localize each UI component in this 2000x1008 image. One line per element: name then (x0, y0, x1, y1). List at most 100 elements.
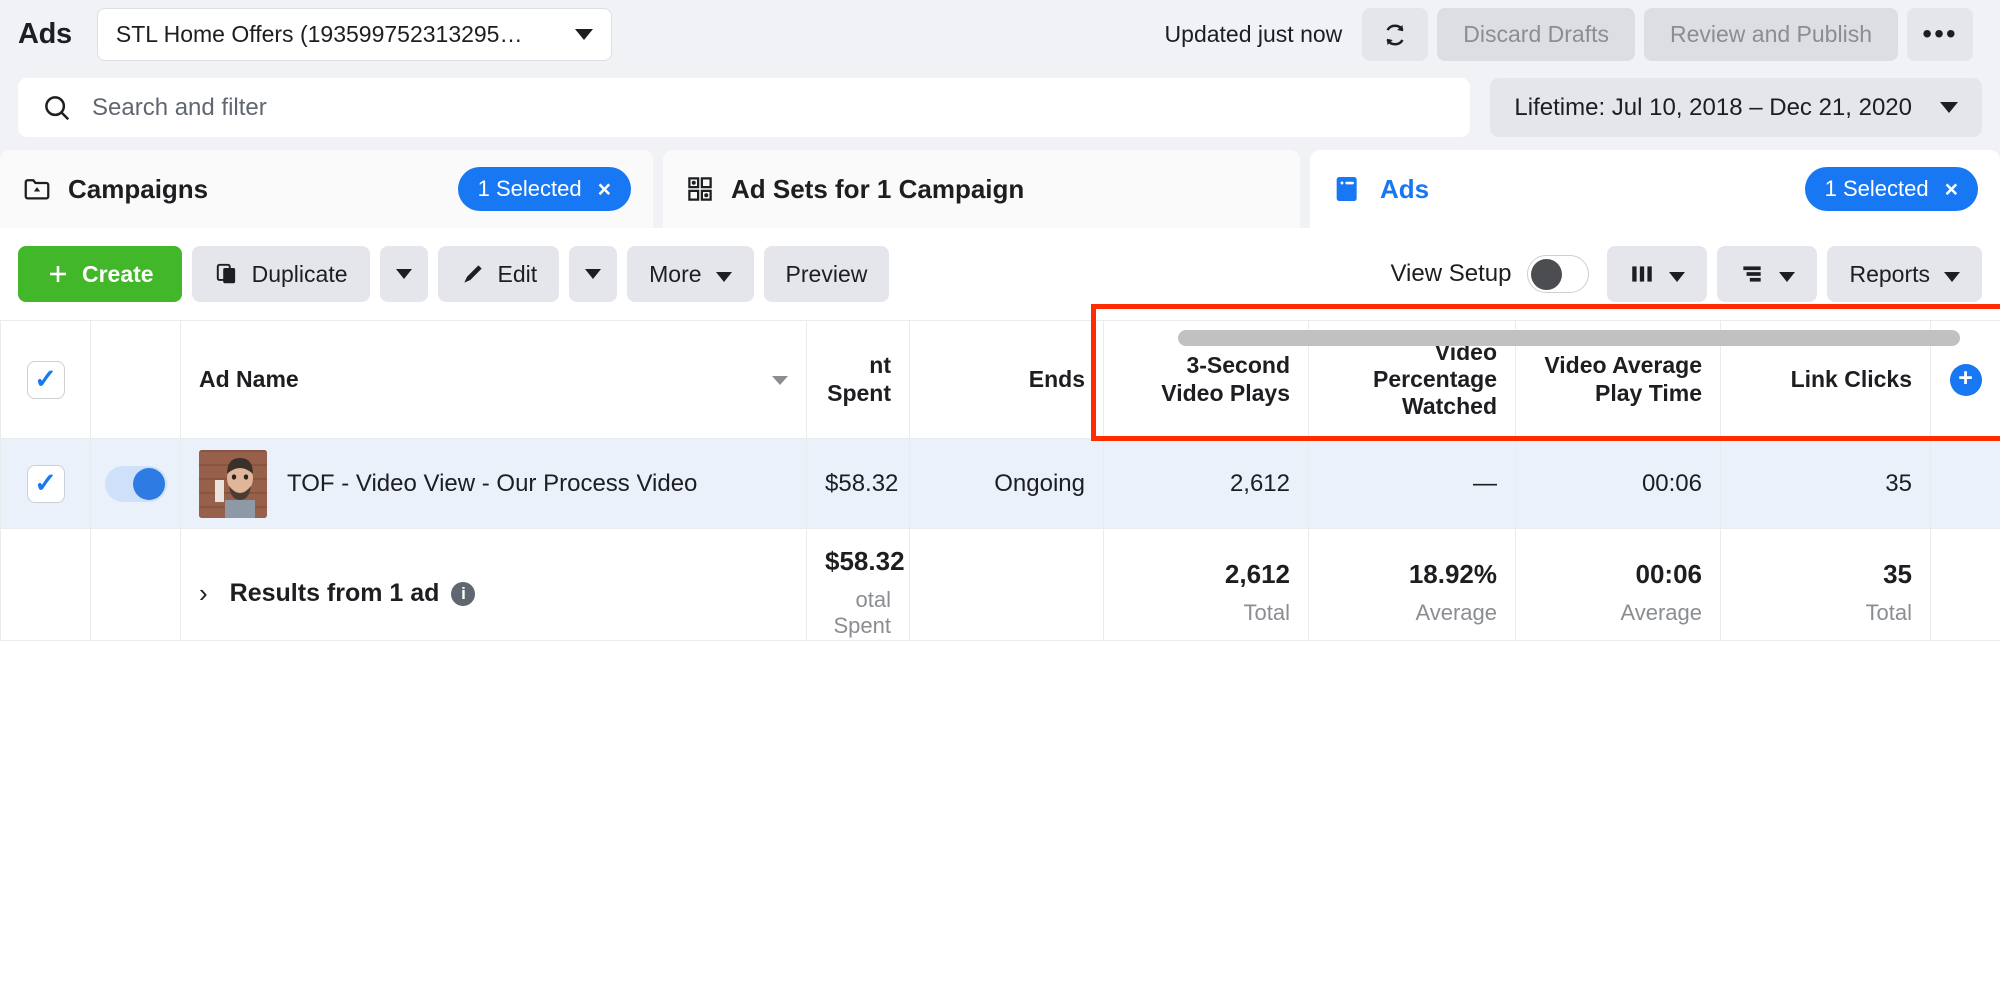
column-header-ends-label: Ends (1028, 365, 1085, 392)
edit-button-label: Edit (497, 260, 538, 287)
refresh-icon (1386, 24, 1404, 45)
breakdown-icon (1739, 261, 1765, 287)
chevron-down-icon (715, 271, 732, 282)
chevron-down-wrap (1779, 261, 1796, 288)
row-video-average-play-time-cell: 00:06 (1515, 438, 1721, 529)
search-input[interactable]: Search and filter (18, 78, 1471, 137)
more-button[interactable]: More (627, 246, 754, 302)
pencil-icon (460, 261, 486, 287)
row-status-cell[interactable] (90, 438, 181, 529)
chevron-down-wrap (1944, 261, 1960, 288)
refresh-button[interactable] (1362, 8, 1429, 61)
column-header-amount-spent-label: nt Spent (827, 352, 891, 406)
row-video-average-play-time-value: 00:06 (1641, 469, 1702, 497)
close-icon[interactable]: × (1945, 176, 1958, 203)
duplicate-button[interactable]: Duplicate (191, 246, 370, 302)
edit-dropdown-button[interactable] (569, 246, 618, 302)
row-ends-cell: Ongoing (909, 438, 1104, 529)
row-amount-spent-cell: $58.32 (806, 438, 910, 529)
tab-campaigns[interactable]: Campaigns 1 Selected × (0, 150, 653, 228)
summary-3-second-video-plays-sub: Total (1243, 600, 1290, 625)
ad-thumbnail[interactable] (199, 449, 267, 518)
ads-manager-screen: Ads STL Home Offers (193599752313295… Up… (0, 0, 2000, 1008)
chevron-down-icon (1779, 271, 1796, 282)
summary-video-percentage-watched-value: 18.92% (1408, 559, 1497, 589)
chevron-down-icon (1940, 102, 1958, 113)
row-checkbox[interactable]: ✓ (26, 464, 65, 503)
chevron-down-wrap (715, 261, 732, 288)
chevron-down-icon (585, 269, 602, 279)
summary-empty-cell-1 (0, 528, 91, 641)
preview-button-label: Preview (785, 260, 868, 287)
columns-button[interactable] (1607, 246, 1708, 302)
info-icon[interactable]: i (451, 581, 476, 606)
toolbar-right-group: View Setup Reports (1390, 246, 1982, 302)
row-3-second-video-plays-value: 2,612 (1229, 469, 1290, 497)
date-range-selector[interactable]: Lifetime: Jul 10, 2018 – Dec 21, 2020 (1490, 78, 1982, 137)
reports-button[interactable]: Reports (1827, 246, 1982, 302)
toggle-knob (1531, 258, 1563, 290)
object-level-tabs: Campaigns 1 Selected × Ad Sets for 1 Cam… (0, 150, 2000, 228)
row-link-clicks-value: 35 (1885, 469, 1912, 497)
create-button-label: Create (82, 260, 154, 287)
adset-grid-icon (688, 177, 712, 201)
chevron-down-icon (1944, 271, 1960, 282)
preview-button[interactable]: Preview (763, 246, 890, 302)
summary-label-cell[interactable]: › Results from 1 ad i (180, 528, 807, 641)
summary-amount-spent-sub: otal Spent (833, 587, 892, 638)
row-3-second-video-plays-cell: 2,612 (1103, 438, 1309, 529)
duplicate-dropdown-button[interactable] (379, 246, 428, 302)
column-header-3-second-video-plays-label: 3-Second Video Plays (1161, 352, 1290, 406)
row-video-percentage-watched-value: — (1473, 469, 1497, 497)
table-row[interactable]: ✓ TOF - Video View - Our Process Video $… (0, 438, 2000, 529)
avatar-image (199, 449, 267, 518)
horizontal-scrollbar-thumb[interactable] (1178, 330, 1960, 346)
ad-status-toggle[interactable] (104, 465, 167, 502)
edit-button[interactable]: Edit (437, 246, 560, 302)
ads-toolbar: Create Duplicate Edit More Preview View … (0, 228, 2000, 320)
search-icon (45, 95, 70, 120)
ads-selected-badge[interactable]: 1 Selected × (1804, 167, 1978, 211)
campaign-folder-icon (24, 179, 50, 200)
horizontal-scrollbar-track[interactable] (0, 330, 2000, 360)
chevron-right-icon[interactable]: › (199, 578, 208, 609)
tab-divider (653, 150, 663, 228)
summary-spacer-cell (1930, 528, 2000, 641)
tab-divider (1300, 150, 1310, 228)
row-ad-name-cell[interactable]: TOF - Video View - Our Process Video (180, 438, 807, 529)
row-spacer-cell (1930, 438, 2000, 529)
ads-panel: Create Duplicate Edit More Preview View … (0, 228, 2000, 1008)
close-icon[interactable]: × (598, 176, 611, 203)
tab-ad-sets[interactable]: Ad Sets for 1 Campaign (663, 150, 1300, 228)
chevron-down-icon (574, 29, 593, 40)
summary-video-average-play-time-cell: 00:06 Average (1515, 528, 1721, 641)
tab-campaigns-label: Campaigns (68, 173, 209, 204)
select-all-checkbox[interactable]: ✓ (26, 360, 65, 399)
view-setup-toggle[interactable] (1527, 255, 1590, 293)
summary-amount-spent-cell: $58.32 otal Spent (806, 528, 910, 641)
summary-3-second-video-plays-cell: 2,612 Total (1103, 528, 1309, 641)
account-selector[interactable]: STL Home Offers (193599752313295… (96, 8, 612, 61)
toggle-knob (132, 467, 165, 500)
column-header-video-average-play-time-label: Video Average Play Time (1544, 352, 1702, 406)
create-button[interactable]: Create (18, 246, 182, 302)
row-select-cell[interactable]: ✓ (0, 438, 91, 529)
campaigns-selected-badge[interactable]: 1 Selected × (457, 167, 631, 211)
summary-link-clicks-cell: 35 Total (1720, 528, 1931, 641)
tab-ads[interactable]: Ads 1 Selected × (1310, 150, 2000, 228)
summary-video-average-play-time-value: 00:06 (1635, 559, 1703, 589)
updated-status: Updated just now (1164, 21, 1343, 47)
search-input-placeholder: Search and filter (92, 93, 267, 121)
row-link-clicks-cell: 35 (1720, 438, 1931, 529)
more-options-button[interactable]: ••• (1907, 8, 1973, 61)
ad-name-label: TOF - Video View - Our Process Video (287, 469, 698, 497)
add-column-icon[interactable]: + (1949, 363, 1982, 396)
row-ends-value: Ongoing (994, 469, 1085, 497)
campaigns-selected-count: 1 Selected (477, 176, 582, 201)
breakdown-button[interactable] (1717, 246, 1818, 302)
chevron-down-wrap (1669, 261, 1686, 288)
discard-drafts-button[interactable]: Discard Drafts (1437, 8, 1635, 61)
summary-ends-cell (909, 528, 1104, 641)
more-button-label: More (649, 260, 702, 287)
review-and-publish-button[interactable]: Review and Publish (1643, 8, 1898, 61)
